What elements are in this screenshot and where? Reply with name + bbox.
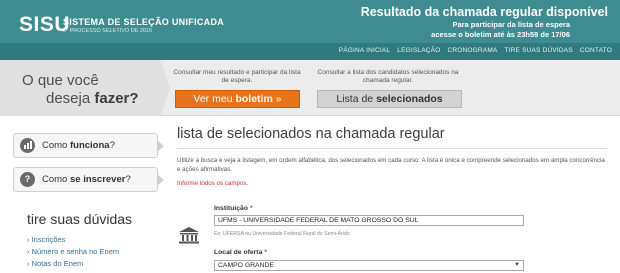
location-select[interactable]: CAMPO GRANDE ▼ xyxy=(214,260,524,271)
doubts-list: Inscrições Número e senha no Enem Notas … xyxy=(27,234,120,270)
required-note: Informe todos os campos. xyxy=(177,180,249,187)
nav-contact[interactable]: CONTATO xyxy=(580,47,612,54)
how-to-register-label: Como se inscrever? xyxy=(42,174,131,185)
question-line1: O que você xyxy=(22,72,99,89)
institution-building-icon xyxy=(178,226,200,244)
lista-selecionados-button[interactable]: Lista de selecionados xyxy=(317,90,462,108)
headline-line3: acesse o boletim até às 23h59 de 17/06 xyxy=(431,30,570,39)
logo-subtitle: 2º PROCESSO SELETIVO DE 2016 xyxy=(63,28,153,34)
pointer-icon xyxy=(157,174,164,186)
doubts-item-inscricoes[interactable]: Inscrições xyxy=(27,234,119,246)
institution-label: Instituição * xyxy=(214,205,253,212)
how-it-works-button[interactable]: Como funciona? xyxy=(13,133,164,158)
nav-faq[interactable]: TIRE SUAS DÚVIDAS xyxy=(504,47,572,54)
institution-input[interactable]: UFMS - UNIVERSIDADE FEDERAL DE MATO GROS… xyxy=(214,215,524,226)
question-arrow xyxy=(160,60,170,116)
title-divider xyxy=(177,148,607,149)
intro-text: Utilize a busca e veja a listagem, em or… xyxy=(177,157,605,173)
location-selected-value: CAMPO GRANDE xyxy=(218,262,274,269)
nav-home[interactable]: PÁGINA INICIAL xyxy=(339,47,391,54)
headline: Resultado da chamada regular disponível xyxy=(360,5,608,19)
headline-line2: Para participar da lista de espera xyxy=(452,20,570,29)
logo-title: SISTEMA DE SELEÇÃO UNIFICADA xyxy=(63,17,225,27)
question-line2: deseja fazer? xyxy=(46,90,139,107)
page-title: lista de selecionados na chamada regular xyxy=(177,126,445,142)
selecionados-description: Consultar a lista dos candidatos selecio… xyxy=(317,69,459,84)
doubts-item-notas[interactable]: Notas do Enem xyxy=(27,258,119,270)
site-header: SISU SISTEMA DE SELEÇÃO UNIFICADA 2º PRO… xyxy=(0,0,620,43)
how-it-works-label: Como funciona? xyxy=(42,140,115,151)
promo-band: O que você deseja fazer? Consultar meu r… xyxy=(0,60,620,116)
how-to-register-button[interactable]: ? Como se inscrever? xyxy=(13,167,164,192)
boletim-description: Consultar meu resultado e participar da … xyxy=(173,69,301,84)
doubts-title: tire suas dúvidas xyxy=(27,211,133,227)
doubts-item-senha[interactable]: Número e senha no Enem xyxy=(27,246,120,258)
ver-boletim-button[interactable]: Ver meu boletim » xyxy=(175,90,300,108)
question-icon: ? xyxy=(20,172,35,187)
institution-hint: Ex: UFERSA ou Universidade Federal Rural… xyxy=(214,231,350,237)
pointer-icon xyxy=(157,140,164,152)
location-label: Local de oferta * xyxy=(214,249,267,256)
nav-schedule[interactable]: CRONOGRAMA xyxy=(447,47,497,54)
nav-legislation[interactable]: LEGISLAÇÃO xyxy=(397,47,440,54)
top-nav: PÁGINA INICIAL LEGISLAÇÃO CRONOGRAMA TIR… xyxy=(0,43,620,60)
chevron-down-icon: ▼ xyxy=(514,262,520,268)
bar-chart-icon xyxy=(20,138,35,153)
